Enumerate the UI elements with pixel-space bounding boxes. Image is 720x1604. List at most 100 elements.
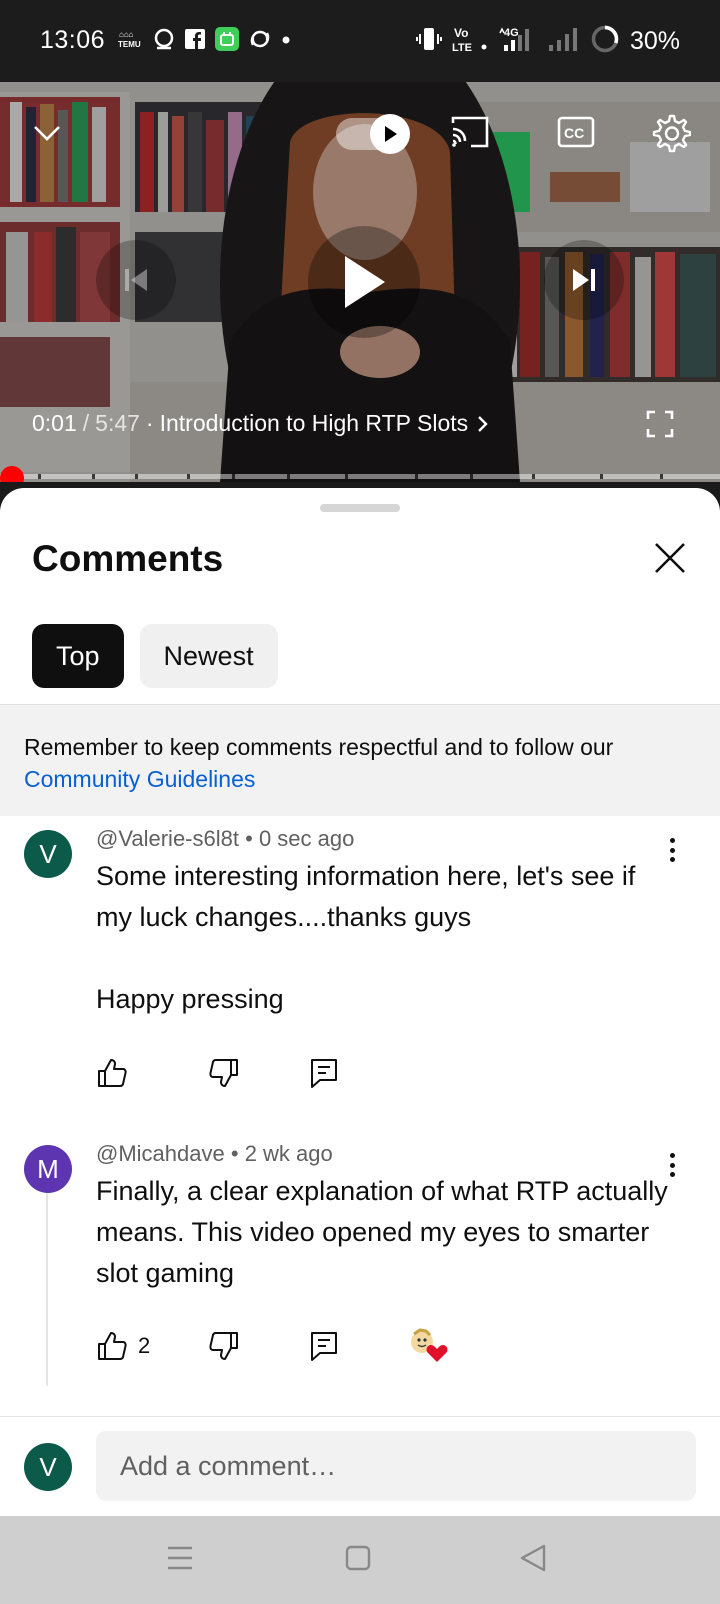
progress-bar[interactable] bbox=[0, 466, 720, 482]
q-app-icon bbox=[152, 27, 176, 56]
battery-ring-icon bbox=[590, 24, 620, 59]
time-display: 0:01 / 5:47 · Introduction to High RTP S… bbox=[32, 410, 492, 437]
comment-text: Some interesting information here, let's… bbox=[96, 861, 636, 1014]
reply-button[interactable] bbox=[308, 1329, 340, 1363]
svg-text:LTE: LTE bbox=[452, 42, 472, 53]
like-button[interactable]: 2 bbox=[96, 1329, 150, 1363]
settings-button[interactable] bbox=[648, 110, 694, 156]
close-icon bbox=[655, 543, 685, 573]
avatar[interactable]: V bbox=[24, 830, 72, 878]
comments-sheet: Comments Top Newest Remember to keep com… bbox=[0, 488, 720, 1516]
chapter-marker bbox=[532, 474, 535, 479]
thumbs-up-icon bbox=[98, 1332, 127, 1360]
dot-separator: · bbox=[145, 410, 154, 436]
recents-button[interactable] bbox=[160, 1538, 200, 1578]
cast-button[interactable] bbox=[446, 112, 494, 152]
comment-item: V @Valerie-s6l8t • 0 sec ago Some intere… bbox=[0, 818, 720, 1118]
meta-dot: • bbox=[230, 1141, 245, 1166]
tab-top[interactable]: Top bbox=[32, 624, 124, 688]
status-bar: 13:06 ⌂⌂⌂ TEMU Vo LTE 4G 30% bbox=[0, 0, 720, 82]
captions-button[interactable]: CC bbox=[554, 112, 598, 152]
avatar[interactable]: M bbox=[24, 1145, 72, 1193]
gear-icon bbox=[652, 114, 691, 153]
chapter-marker bbox=[470, 474, 473, 479]
menu-icon bbox=[168, 1546, 192, 1570]
temu-icon: ⌂⌂⌂ TEMU bbox=[118, 27, 144, 56]
video-player[interactable]: CC 0:01 / 5:47 · Introduction to High RT… bbox=[0, 82, 720, 482]
comment-author[interactable]: @Valerie-s6l8t bbox=[96, 826, 239, 851]
current-time: 0:01 bbox=[32, 410, 77, 436]
cast-icon bbox=[451, 116, 489, 148]
chapter-marker bbox=[38, 474, 41, 479]
time-separator: / bbox=[82, 410, 90, 436]
user-avatar[interactable]: V bbox=[24, 1443, 72, 1491]
comment-age: 0 sec ago bbox=[258, 826, 355, 851]
notification-app-icon bbox=[214, 26, 240, 57]
dislike-button[interactable] bbox=[208, 1329, 240, 1363]
fullscreen-button[interactable] bbox=[640, 404, 680, 444]
comment-actions: 2 bbox=[96, 1328, 656, 1363]
chapter-marker bbox=[187, 474, 190, 479]
skip-next-icon bbox=[573, 269, 595, 291]
previous-button[interactable] bbox=[96, 240, 176, 320]
thumbs-down-icon bbox=[209, 1332, 238, 1360]
tab-newest[interactable]: Newest bbox=[139, 624, 278, 688]
system-nav-bar bbox=[0, 1516, 720, 1604]
volte-icon: Vo LTE bbox=[452, 25, 488, 58]
chapter-marker bbox=[92, 474, 95, 479]
svg-text:TEMU: TEMU bbox=[118, 40, 141, 49]
comment-text: Finally, a clear explanation of what RTP… bbox=[96, 1176, 668, 1288]
sort-chips: Top Newest bbox=[32, 624, 278, 688]
reply-icon bbox=[311, 1332, 337, 1361]
add-comment-bar: V Add a comment… bbox=[0, 1416, 720, 1516]
home-square-icon bbox=[345, 1545, 371, 1571]
drag-handle[interactable] bbox=[320, 504, 400, 512]
creator-heart-icon bbox=[411, 1328, 448, 1362]
chapter-marker bbox=[415, 474, 418, 479]
home-button[interactable] bbox=[338, 1538, 378, 1578]
chevron-down-icon bbox=[34, 126, 60, 141]
chapter-title[interactable]: Introduction to High RTP Slots bbox=[160, 410, 469, 437]
reply-button[interactable] bbox=[308, 1056, 340, 1090]
signal-4g-icon: 4G bbox=[498, 25, 538, 58]
comment-meta: @Valerie-s6l8t • 0 sec ago bbox=[96, 826, 354, 852]
next-button[interactable] bbox=[544, 240, 624, 320]
thumbs-up-icon bbox=[98, 1059, 127, 1087]
svg-text:4G: 4G bbox=[504, 27, 519, 39]
cc-icon: CC bbox=[557, 116, 595, 148]
like-count: 2 bbox=[138, 1333, 151, 1358]
minimize-button[interactable] bbox=[26, 112, 68, 154]
chapter-marker bbox=[660, 474, 663, 479]
guidelines-notice: Remember to keep comments respectful and… bbox=[0, 704, 720, 816]
duration: 5:47 bbox=[95, 410, 140, 436]
autoplay-toggle[interactable] bbox=[336, 114, 410, 154]
meta-dot: • bbox=[245, 826, 259, 851]
facebook-icon bbox=[184, 28, 206, 55]
chapter-marker bbox=[345, 474, 348, 479]
signal-icon bbox=[548, 25, 580, 58]
svg-text:⌂⌂⌂: ⌂⌂⌂ bbox=[119, 30, 134, 39]
status-time: 13:06 bbox=[40, 26, 106, 54]
back-triangle-icon bbox=[520, 1544, 546, 1572]
play-icon bbox=[345, 256, 385, 308]
comment-age: 2 wk ago bbox=[244, 1141, 333, 1166]
battery-percent: 30% bbox=[629, 26, 680, 55]
notification-icons: ⌂⌂⌂ TEMU bbox=[118, 26, 292, 56]
dot-icon bbox=[280, 27, 292, 56]
autoplay-knob bbox=[370, 114, 410, 154]
skip-previous-icon bbox=[125, 269, 147, 291]
chapter-marker bbox=[600, 474, 603, 479]
dislike-button[interactable] bbox=[208, 1056, 240, 1090]
system-icons: Vo LTE 4G 30% bbox=[415, 24, 680, 59]
svg-text:Vo: Vo bbox=[454, 26, 468, 40]
chevron-right-icon[interactable] bbox=[474, 414, 492, 434]
add-comment-input[interactable]: Add a comment… bbox=[96, 1431, 696, 1501]
notice-text: Remember to keep comments respectful and… bbox=[24, 734, 614, 760]
play-button[interactable] bbox=[308, 226, 420, 338]
creator-heart-badge bbox=[408, 1328, 448, 1363]
close-button[interactable] bbox=[652, 540, 692, 580]
back-button[interactable] bbox=[514, 1538, 554, 1578]
community-guidelines-link[interactable]: Community Guidelines bbox=[24, 763, 696, 795]
comment-author[interactable]: @Micahdave bbox=[96, 1141, 225, 1166]
like-button[interactable] bbox=[96, 1056, 138, 1090]
